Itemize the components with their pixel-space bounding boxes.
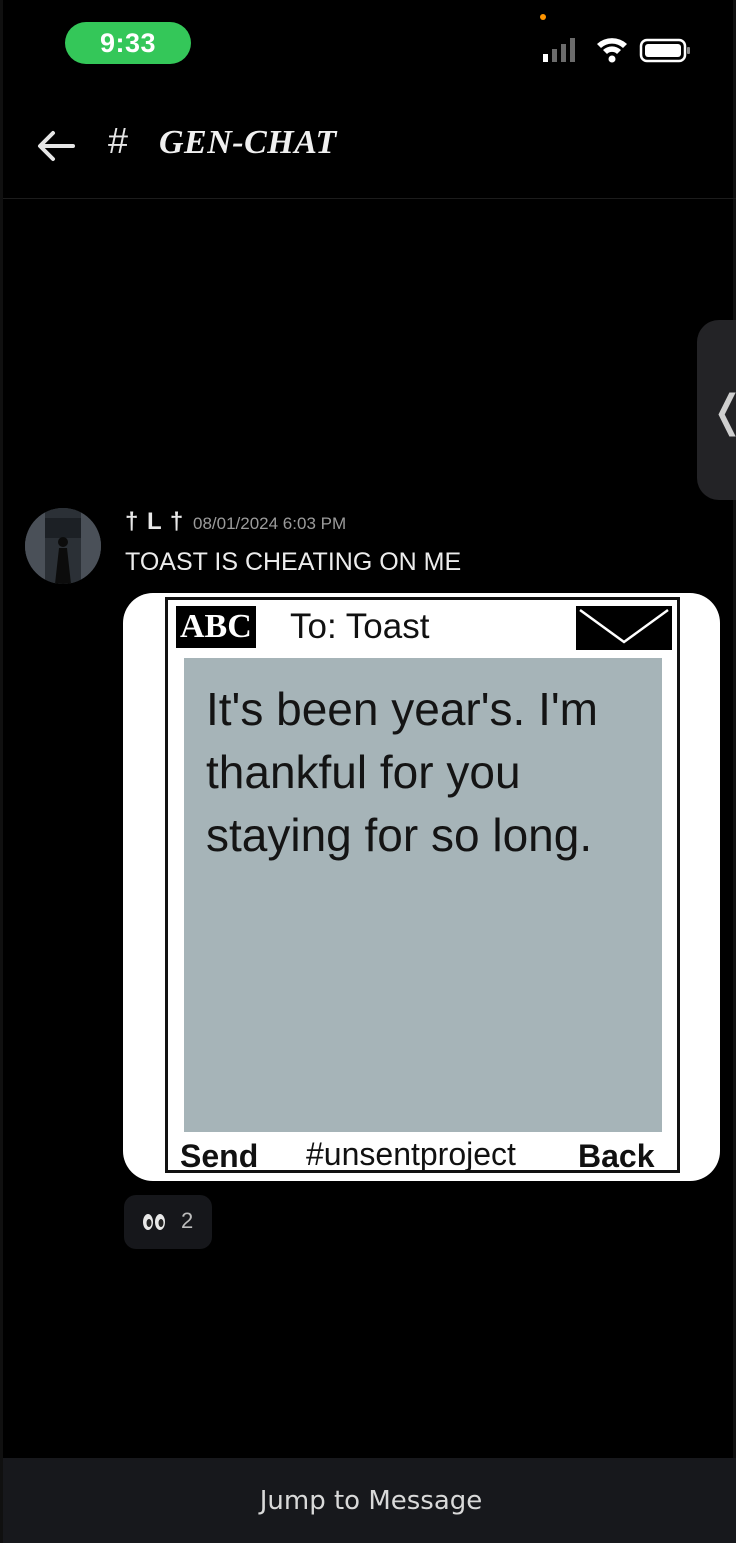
card-footer: Send #unsentproject Back xyxy=(168,1134,677,1174)
channel-hash-icon: # xyxy=(108,120,129,161)
message-timestamp: 08/01/2024 6:03 PM xyxy=(193,514,347,533)
message-text: TOAST IS CHEATING ON ME xyxy=(125,548,462,576)
eyes-emoji-icon xyxy=(143,1214,165,1230)
app-screen: 9:33 # GEN-CHAT ❬ xyxy=(0,0,736,1543)
abc-label: ABC xyxy=(176,606,256,648)
message-username[interactable]: † L † xyxy=(125,508,184,536)
channel-header: # GEN-CHAT xyxy=(3,100,736,199)
message-screen: It's been year's. I'm thankful for you s… xyxy=(184,658,662,1132)
chevron-left-icon: ❬ xyxy=(709,386,736,437)
status-time: 9:33 xyxy=(99,27,157,58)
member-drawer-tab[interactable]: ❬ xyxy=(697,320,736,500)
unsent-message-body: It's been year's. I'm thankful for you s… xyxy=(206,683,598,861)
image-attachment[interactable]: ABC To: Toast It's been year's. I'm than… xyxy=(123,593,720,1181)
status-time-pill: 9:33 xyxy=(65,22,191,64)
send-label: Send xyxy=(180,1138,259,1174)
reaction-chip[interactable]: 2 xyxy=(124,1195,212,1249)
channel-name[interactable]: GEN-CHAT xyxy=(159,124,337,162)
mic-indicator-dot xyxy=(540,14,546,20)
battery-icon xyxy=(639,38,690,63)
reaction-count: 2 xyxy=(181,1208,194,1233)
wifi-icon xyxy=(597,38,627,63)
status-icons xyxy=(543,38,690,63)
signal-icon xyxy=(543,38,575,62)
unsentproject-tag: #unsentproject xyxy=(306,1136,516,1172)
back-arrow-icon[interactable] xyxy=(33,124,77,168)
jump-to-message-bar[interactable]: Jump to Message xyxy=(3,1458,736,1543)
avatar-image xyxy=(25,508,101,584)
unsent-message-card: ABC To: Toast It's been year's. I'm than… xyxy=(165,597,680,1174)
to-recipient: To: Toast xyxy=(290,607,430,646)
back-label: Back xyxy=(578,1138,655,1174)
user-avatar[interactable] xyxy=(25,508,101,584)
envelope-icon xyxy=(576,606,672,650)
jump-to-message-label: Jump to Message xyxy=(259,1485,483,1516)
